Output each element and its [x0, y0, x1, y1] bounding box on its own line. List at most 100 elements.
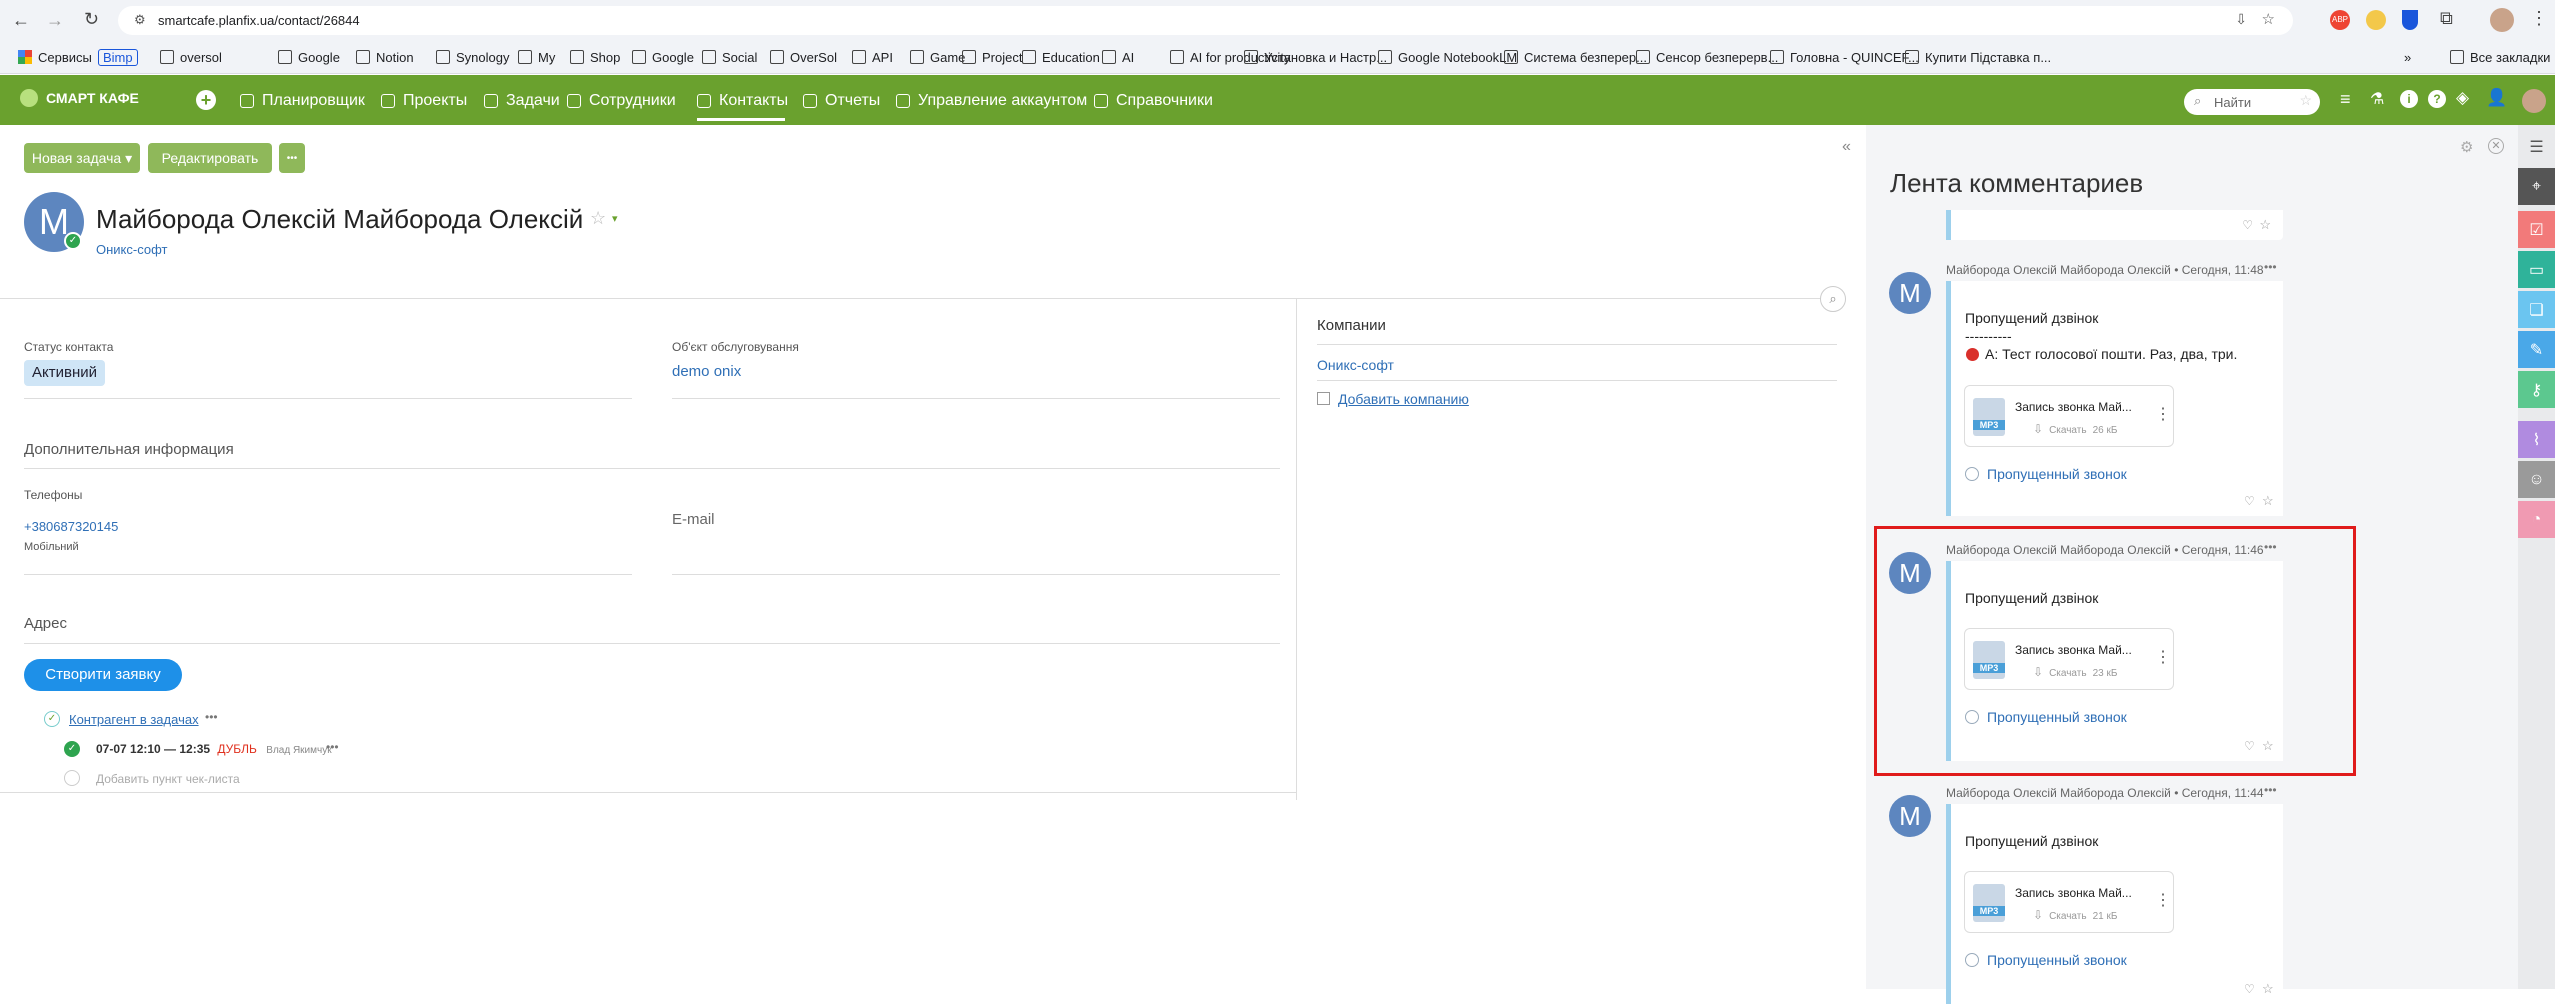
company-link[interactable]: Оникс-софт — [1317, 357, 1394, 373]
star-icon[interactable]: ☆ — [2262, 493, 2274, 509]
tool-icon[interactable]: ⌖ — [2518, 168, 2555, 205]
flask-icon[interactable]: ⚗ — [2370, 89, 2384, 109]
download-link[interactable]: ⇩ Скачать 26 кБ — [2033, 422, 2117, 436]
like-icon[interactable]: ♡ — [2244, 982, 2255, 996]
collapse-icon[interactable]: « — [1842, 138, 1851, 156]
nav-item[interactable]: Задачи — [484, 92, 560, 110]
audio-file-attachment[interactable]: MP3 Запись звонка Май... ⇩ Скачать 26 кБ ⋮ — [1964, 385, 2174, 447]
audio-file-attachment[interactable]: MP3 Запись звонка Май... ⇩ Скачать 21 кБ ⋮ — [1964, 871, 2174, 933]
comment-more-icon[interactable]: ••• — [2264, 260, 2277, 274]
documents-icon[interactable]: ❏ — [2518, 291, 2555, 328]
info-icon[interactable]: i — [2400, 90, 2418, 108]
file-menu-icon[interactable]: ⋮ — [2155, 890, 2171, 910]
help-icon[interactable]: ? — [2428, 90, 2446, 108]
add-company-link[interactable]: Добавить компанию — [1338, 391, 1469, 407]
nav-item[interactable]: Справочники — [1094, 92, 1213, 110]
all-bookmarks[interactable]: Все закладки — [2450, 48, 2550, 66]
download-link[interactable]: ⇩ Скачать 21 кБ — [2033, 908, 2117, 922]
site-info-icon[interactable]: ⚙ — [134, 12, 146, 28]
settings-icon[interactable]: ⚙ — [2460, 138, 2473, 156]
back-icon[interactable]: ← — [12, 10, 30, 31]
inbox-icon[interactable]: ▭ — [2518, 251, 2555, 288]
nav-item[interactable]: Проекты — [381, 92, 467, 110]
chat-icon[interactable]: ☺ — [2518, 461, 2555, 498]
close-icon[interactable]: ✕ — [2488, 138, 2504, 154]
nav-item[interactable]: Контакты — [697, 92, 788, 110]
task-more-icon[interactable]: ••• — [326, 740, 339, 754]
bookmark-item[interactable]: Project — [962, 48, 1022, 66]
extension-icon-2[interactable] — [2366, 10, 2386, 30]
edit-button[interactable]: Редактировать — [148, 143, 272, 173]
analytics-icon[interactable]: ⌇ — [2518, 421, 2555, 458]
bookmark-item[interactable]: Google — [278, 48, 340, 66]
star-icon[interactable]: ☆ — [2299, 92, 2312, 109]
task-item[interactable]: 07-07 12:10 — 12:35 ДУБЛЬ Влад Якимчук — [96, 742, 332, 756]
address-bar[interactable]: ⚙ smartcafe.planfix.ua/contact/26844 ⇩ ☆ — [118, 6, 2293, 35]
extension-icon[interactable]: ABP — [2330, 10, 2350, 30]
reload-icon[interactable]: ↻ — [84, 9, 99, 30]
contact-company-link[interactable]: Оникс-софт — [96, 242, 167, 257]
add-icon[interactable]: + — [196, 90, 216, 110]
profile-avatar[interactable] — [2490, 8, 2514, 32]
favorite-star-icon[interactable]: ☆ — [590, 208, 606, 229]
bookmark-item[interactable]: Система безперер... — [1504, 48, 1647, 66]
service-object-link[interactable]: demo onix — [672, 363, 741, 380]
checklist-circle-icon[interactable] — [64, 770, 80, 786]
file-name[interactable]: Запись звонка Май... — [2015, 886, 2132, 900]
like-icon[interactable]: ♡ — [2244, 494, 2255, 508]
phone-link[interactable]: +380687320145 — [24, 519, 118, 534]
tasks-icon[interactable]: ☑ — [2518, 211, 2555, 248]
shield-icon[interactable] — [2402, 10, 2418, 30]
bookmark-item[interactable]: Bimp — [98, 48, 138, 66]
logo[interactable]: СМАРТ КАФЕ — [20, 89, 139, 107]
file-name[interactable]: Запись звонка Май... — [2015, 400, 2132, 414]
bookmark-item[interactable]: oversol — [160, 48, 222, 66]
dropdown-icon[interactable]: ▾ — [612, 212, 618, 225]
bookmark-item[interactable]: Shop — [570, 48, 620, 66]
bookmark-star-icon[interactable]: ☆ — [2262, 10, 2275, 28]
add-checklist-input[interactable]: Добавить пункт чек-листа — [96, 772, 240, 786]
users-icon[interactable]: 👤 — [2486, 88, 2507, 108]
search-input[interactable]: ⌕ Найти ☆ — [2184, 89, 2320, 115]
counterparty-more-icon[interactable]: ••• — [205, 710, 218, 724]
bookmark-item[interactable]: AI — [1102, 48, 1134, 66]
star-icon[interactable]: ☆ — [2259, 217, 2271, 233]
status-badge[interactable]: Активний — [24, 360, 105, 386]
extensions-icon[interactable]: ⧉ — [2440, 8, 2453, 29]
new-task-button[interactable]: Новая задача ▾ — [24, 143, 140, 173]
bookmark-item[interactable]: Education — [1022, 48, 1100, 66]
bookmark-item[interactable]: Synology — [436, 48, 509, 66]
bookmark-item[interactable]: Головна - QUINCEF... — [1770, 48, 1919, 66]
create-request-button[interactable]: Створити заявку — [24, 659, 182, 691]
nav-item[interactable]: Управление аккаунтом — [896, 92, 1087, 110]
install-icon[interactable]: ⇩ — [2235, 11, 2247, 28]
nav-item[interactable]: Сотрудники — [567, 92, 676, 110]
bookmark-item[interactable]: Сервисы — [18, 48, 92, 66]
bookmark-item[interactable]: My — [518, 48, 555, 66]
bookmark-item[interactable]: Notion — [356, 48, 414, 66]
bookmark-item[interactable]: API — [852, 48, 893, 66]
file-menu-icon[interactable]: ⋮ — [2155, 404, 2171, 424]
forward-icon[interactable]: → — [46, 10, 64, 31]
comments-icon[interactable]: ☰ — [2518, 128, 2555, 165]
comment-more-icon[interactable]: ••• — [2264, 783, 2277, 797]
user-avatar[interactable] — [2522, 89, 2546, 113]
more-bookmarks-icon[interactable]: » — [2404, 48, 2411, 66]
counterparty-link[interactable]: Контрагент в задачах — [69, 712, 199, 727]
layers-icon[interactable]: ◈ — [2456, 88, 2469, 108]
missed-call-link[interactable]: Пропущенный звонок — [1965, 466, 2127, 482]
notes-icon[interactable]: ✎ — [2518, 331, 2555, 368]
nav-item[interactable]: Планировщик — [240, 92, 365, 110]
bookmark-item[interactable]: Установка и Настр... — [1244, 48, 1387, 66]
bookmark-item[interactable]: Social — [702, 48, 757, 66]
bookmark-item[interactable]: OverSol — [770, 48, 837, 66]
time-icon[interactable]: ◔ — [2518, 501, 2555, 538]
key-icon[interactable]: ⚷ — [2518, 371, 2555, 408]
hamburger-icon[interactable]: ≡ — [2340, 89, 2351, 110]
menu-icon[interactable]: ⋮ — [2530, 8, 2548, 29]
search-round-icon[interactable]: ⌕ — [1820, 286, 1846, 312]
nav-item[interactable]: Отчеты — [803, 92, 880, 110]
bookmark-item[interactable]: Сенсор безперерв... — [1636, 48, 1778, 66]
bookmark-item[interactable]: Купити Підставка п... — [1905, 48, 2051, 66]
like-icon[interactable]: ♡ — [2242, 218, 2253, 232]
